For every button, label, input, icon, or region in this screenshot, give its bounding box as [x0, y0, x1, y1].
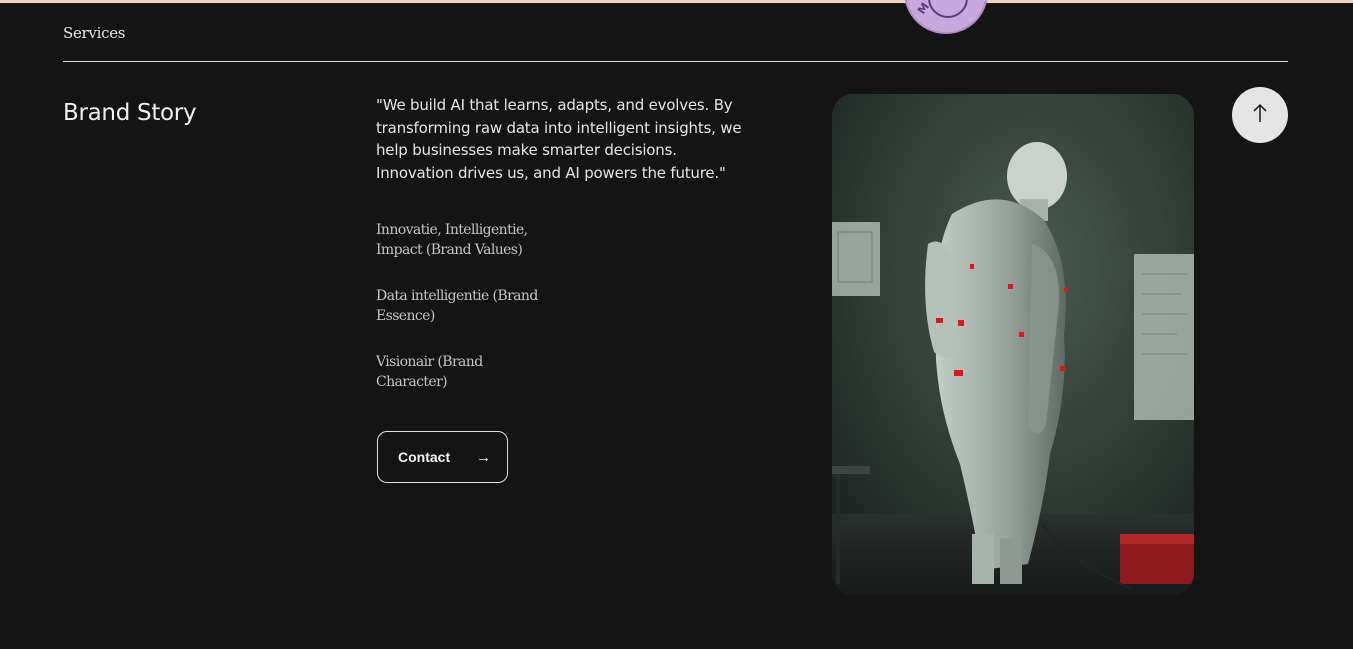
arrow-up-icon — [1252, 103, 1268, 127]
brand-character-item: Visionair (Brand Character) — [376, 354, 483, 390]
contact-button[interactable]: Contact → — [377, 431, 508, 483]
brand-values-item: Innovatie, Intelligentie, Impact (Brand … — [376, 222, 528, 258]
services-label[interactable]: Services — [63, 24, 125, 42]
scroll-to-top-button[interactable] — [1232, 87, 1288, 143]
page: M Services Brand Story "We build AI that… — [0, 0, 1353, 649]
arrow-right-icon: → — [476, 448, 492, 466]
brand-quote: "We build AI that learns, adapts, and ev… — [376, 96, 742, 182]
badge-ring — [928, 0, 968, 18]
section-title: Brand Story — [63, 100, 197, 126]
top-strip — [0, 0, 1353, 3]
contact-button-label: Contact — [398, 449, 451, 465]
brand-essence-item: Data intelligentie (Brand Essence) — [376, 288, 538, 324]
robot-figure-image — [832, 94, 1194, 595]
section-divider — [63, 61, 1288, 62]
brand-badge[interactable]: M — [904, 0, 988, 34]
